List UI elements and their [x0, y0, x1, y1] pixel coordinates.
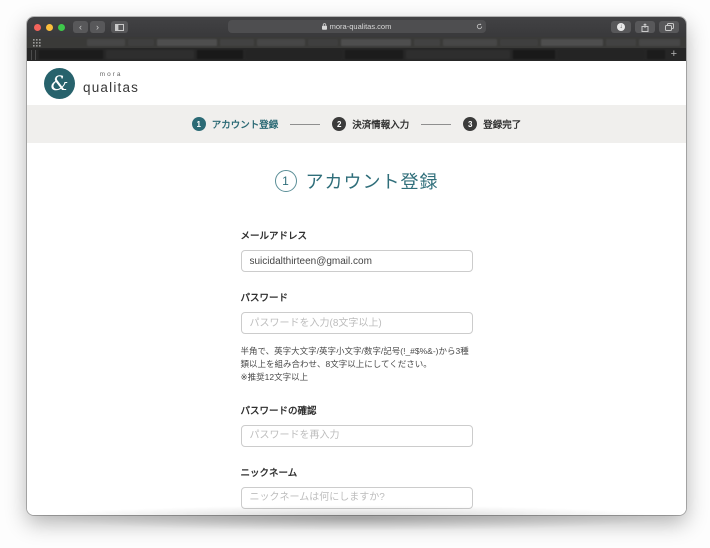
- page-content: & mora qualitas 1 アカウント登録 2 決済情報入力 3 登録完…: [27, 61, 686, 515]
- nav-buttons: ‹ ›: [73, 21, 105, 33]
- email-label: メールアドレス: [240, 231, 308, 242]
- email-field-group: メールアドレス: [240, 231, 473, 272]
- sidebar-icon: [115, 23, 124, 31]
- mora-qualitas-logo-icon[interactable]: &: [44, 67, 75, 99]
- password-recommendation: ※推奨12文字以上: [240, 372, 309, 383]
- frequently-visited-grid-icon[interactable]: [33, 38, 41, 47]
- mora-qualitas-wordmark[interactable]: mora qualitas: [83, 71, 140, 95]
- nickname-label: ニックネーム: [240, 467, 298, 479]
- password-help-text: 半角で、英字大文字/英字小文字/数字/記号(!_#$%&-)から3種類以上を組み…: [241, 345, 473, 385]
- step-account-registration: 1 アカウント登録: [191, 117, 279, 131]
- password-rules: 半角で、英字大文字/英字小文字/数字/記号(!_#$%&-)から3種類以上を組み…: [240, 346, 469, 370]
- new-tab-button[interactable]: +: [668, 49, 680, 60]
- downloads-button[interactable]: ↓: [611, 21, 631, 33]
- email-input[interactable]: [240, 250, 473, 272]
- lock-icon: [321, 23, 327, 30]
- account-registration-form: メールアドレス パスワード 半角で、英字大文字/英字小文字/数字/記号(!_#$…: [240, 231, 473, 509]
- tab-separator: [35, 49, 36, 60]
- step-label: 登録完了: [483, 120, 522, 131]
- step-payment-info: 2 決済情報入力: [332, 117, 409, 131]
- close-window-button[interactable]: [34, 23, 41, 31]
- sidebar-toggle-button[interactable]: [111, 21, 128, 33]
- step-label: アカウント登録: [211, 120, 279, 131]
- registration-stepper: 1 アカウント登録 2 決済情報入力 3 登録完了: [27, 105, 686, 143]
- step-label: 決済情報入力: [352, 120, 410, 131]
- password-label: パスワード: [240, 293, 289, 304]
- tab-overview-button[interactable]: [659, 21, 679, 33]
- tab-separator: [31, 49, 32, 60]
- tab-bar: +: [27, 48, 686, 61]
- step-complete: 3 登録完了: [463, 117, 521, 131]
- favorites-bar: [27, 37, 686, 48]
- zoom-window-button[interactable]: [58, 23, 65, 31]
- redacted-bookmarks: [87, 39, 680, 46]
- password-input[interactable]: [240, 312, 473, 334]
- tabs-icon: [664, 23, 674, 31]
- share-button[interactable]: [635, 21, 655, 33]
- address-bar[interactable]: mora-qualitas.com: [227, 20, 486, 33]
- wordmark-bottom: qualitas: [83, 79, 140, 95]
- toolbar-right-buttons: ↓: [611, 21, 679, 33]
- step-number-badge: 3: [463, 117, 478, 131]
- minimize-window-button[interactable]: [46, 23, 53, 31]
- refresh-button[interactable]: [476, 20, 483, 33]
- refresh-icon: [476, 23, 482, 30]
- share-icon: [641, 22, 649, 32]
- download-icon: ↓: [617, 23, 625, 31]
- step-connector: [421, 123, 452, 125]
- password-confirm-field-group: パスワードの確認: [240, 405, 473, 447]
- forward-button[interactable]: ›: [90, 21, 105, 33]
- nickname-input[interactable]: [240, 486, 473, 509]
- heading-text: アカウント登録: [305, 171, 439, 192]
- site-header: & mora qualitas: [27, 61, 686, 105]
- back-button[interactable]: ‹: [73, 21, 88, 33]
- window-controls: [34, 23, 65, 31]
- redacted-tabs: [39, 50, 665, 59]
- step-number-badge: 2: [332, 117, 347, 131]
- step-connector: [290, 123, 321, 125]
- browser-toolbar: ‹ › mora-qualitas.com ↓: [27, 17, 686, 37]
- wordmark-top: mora: [99, 71, 123, 78]
- step-number-badge: 1: [191, 117, 206, 131]
- page-title: 1 アカウント登録: [27, 169, 686, 192]
- heading-number-icon: 1: [274, 169, 297, 192]
- browser-window: ‹ › mora-qualitas.com ↓ + & mora qualita…: [27, 17, 686, 515]
- nickname-field-group: ニックネーム: [240, 467, 473, 509]
- url-text: mora-qualitas.com: [329, 22, 392, 31]
- password-confirm-label: パスワードの確認: [240, 405, 317, 417]
- password-field-group: パスワード 半角で、英字大文字/英字小文字/数字/記号(!_#$%&-)から3種…: [240, 293, 473, 385]
- password-confirm-input[interactable]: [240, 424, 473, 447]
